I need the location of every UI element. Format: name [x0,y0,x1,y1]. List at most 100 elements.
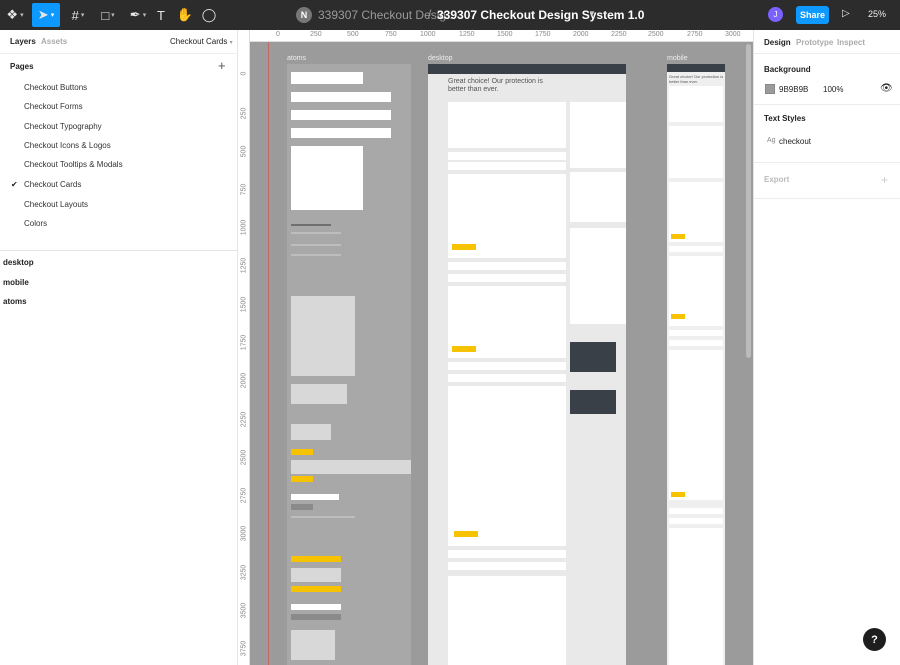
tab-design[interactable]: Design [764,38,791,47]
ruler-tick: 750 [385,31,397,38]
atom-card [291,110,391,120]
ruler-tick: 0 [276,31,280,38]
main-menu-icon[interactable]: ❖ ▾ [4,3,26,27]
share-button[interactable]: Share [796,6,829,24]
page-name[interactable]: 339307 Checkout Design System 1.0 [437,8,644,22]
tab-assets[interactable]: Assets [41,37,67,46]
desktop-continue-button [454,531,478,537]
mobile-card-row [669,518,723,524]
desktop-card-row [448,362,566,370]
tab-inspect[interactable]: Inspect [837,38,865,47]
atom-text [291,232,341,234]
ruler-tick: 250 [310,31,322,38]
mobile-card [669,126,723,178]
ruler-tick: 2250 [611,31,627,38]
page-item-selected[interactable]: Checkout Cards [24,180,81,189]
ruler-tick: 3250 [240,564,248,581]
ruler-tick: 3750 [240,640,248,657]
desktop-continue-button [452,244,476,250]
atoms-frame[interactable] [287,64,411,665]
ruler-tick: 2250 [240,411,248,428]
tab-prototype[interactable]: Prototype [796,38,833,47]
user-avatar[interactable]: J [768,7,783,22]
layer-item[interactable]: atoms [3,297,27,306]
background-opacity-input[interactable]: 100% [823,85,843,94]
mobile-frame[interactable]: Great choice! Our protection is better t… [667,64,725,665]
frame-label-atoms[interactable]: atoms [287,55,306,62]
pen-tool-icon[interactable]: ✒ ▾ [125,3,151,27]
page-item[interactable]: Checkout Tooltips & Modals [24,160,123,169]
ruler-tick: 1000 [420,31,436,38]
text-styles-heading: Text Styles [764,114,806,123]
ruler-tick: 2500 [648,31,664,38]
atom-order-summary [291,146,363,210]
current-page-select[interactable]: Checkout Cards ▾ [170,37,233,46]
page-item[interactable]: Checkout Layouts [24,200,88,209]
mobile-card-row [669,246,723,252]
desktop-tooltip [570,342,616,372]
frame-label-desktop[interactable]: desktop [428,55,453,62]
mobile-card-row [669,508,723,514]
page-item[interactable]: Checkout Forms [24,102,83,111]
zoom-level[interactable]: 25% [868,9,886,19]
ruler-tick: 1750 [535,31,551,38]
atom-text-block [291,568,341,582]
page-item[interactable]: Checkout Typography [24,122,102,131]
text-tool-icon[interactable]: T [153,3,169,27]
desktop-frame[interactable]: Great choice! Our protection is better t… [428,64,626,665]
frame-label-mobile[interactable]: mobile [667,55,688,62]
hand-tool-icon[interactable]: ✋ [177,3,193,27]
ruler-tick: 250 [240,107,248,120]
ruler-tick: 2750 [687,31,703,38]
atom-select [291,604,341,610]
atom-text-block [291,384,347,404]
page-item[interactable]: Checkout Icons & Logos [24,141,111,150]
desktop-card [448,102,566,148]
file-name[interactable]: 339307 Checkout Desig... [318,8,456,22]
layer-item[interactable]: desktop [3,258,34,267]
design-canvas[interactable]: 0 250 500 750 1000 1250 1500 1750 2000 2… [238,30,753,665]
move-tool-icon[interactable]: ➤ ▾ [32,3,60,27]
atom-card [291,128,391,138]
mobile-card [669,86,723,122]
help-button[interactable]: ? [863,628,886,651]
desktop-card-row [448,550,566,558]
panel-divider [754,162,900,163]
mobile-header-bar [667,64,725,72]
desktop-order-summary [570,102,626,168]
ruler-tick: 3000 [240,525,248,542]
chevron-down-icon: ▾ [229,40,233,46]
frame-tool-icon[interactable]: # ▾ [66,3,90,27]
chevron-down-icon[interactable]: ▼ [588,9,596,18]
eye-icon[interactable]: 👁 [880,83,893,94]
layer-item[interactable]: mobile [3,278,29,287]
add-page-icon[interactable]: + [218,58,226,73]
panel-divider [754,104,900,105]
ruler-tick: 500 [240,145,248,158]
ruler-tick: 3000 [725,31,741,38]
background-heading: Background [764,65,811,74]
background-hex-input[interactable]: 9B9B9B [779,85,808,94]
atom-text [291,244,341,246]
ruler-tick: 500 [347,31,359,38]
ruler-tick: 2500 [240,449,248,466]
atom-text-block [291,460,411,474]
mobile-continue-button [671,234,685,239]
ruler-tick: 0 [240,71,248,76]
atom-card [291,72,363,84]
file-team-avatar[interactable]: N [296,7,312,23]
background-color-swatch[interactable] [765,84,775,94]
ruler-tick: 2000 [240,372,248,389]
comment-tool-icon[interactable]: ◯ [201,3,217,27]
text-style-item[interactable]: checkout [779,137,811,146]
page-item[interactable]: Checkout Buttons [24,83,87,92]
desktop-card-row [448,262,566,270]
vertical-ruler: 0 250 500 750 1000 1250 1500 1750 2000 2… [238,30,250,665]
tab-layers[interactable]: Layers [10,37,36,46]
page-item[interactable]: Colors [24,219,47,228]
canvas-scrollbar[interactable] [746,44,751,358]
atom-gray-button [291,504,313,510]
present-play-icon[interactable]: ▷ [842,8,850,19]
shape-tool-icon[interactable]: □ ▾ [96,3,120,27]
add-export-icon[interactable]: + [881,173,888,187]
